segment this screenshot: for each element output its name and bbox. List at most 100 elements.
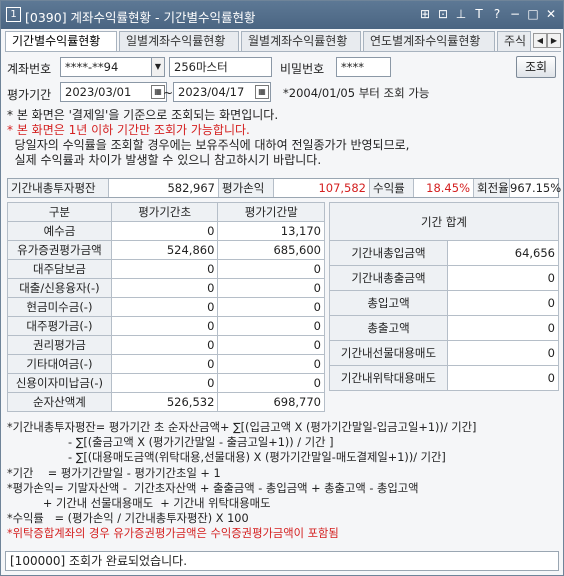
status-bar: [100000] 조회가 완료되었습니다. — [5, 551, 559, 571]
summary-bar: 기간내총투자평잔 582,967 평가손익 107,582 수익률 18.45%… — [7, 178, 562, 198]
period-total-title: 기간 합계 — [329, 202, 559, 241]
row-label: 기간내위탁대용매도 — [329, 365, 448, 391]
password-label: 비밀번호 — [280, 62, 325, 76]
cell-value: 0 — [447, 290, 559, 316]
formula-line: - ∑[(대용매도금액(위탁대용,선물대용) X (평가기간말일-매도결제일+1… — [7, 451, 446, 465]
row-label: 현금미수금(-) — [7, 297, 112, 317]
window-number: 1 — [6, 7, 21, 22]
table-row: 기간내위탁대용매도 0 — [329, 365, 559, 391]
cell-start: 0 — [110, 297, 219, 317]
cell-end: 0 — [217, 373, 325, 393]
notice-line-warning: * 본 화면은 1년 이하 기간만 조회가 가능합니다. — [7, 123, 250, 137]
maximize-icon[interactable]: □ — [525, 6, 541, 22]
minimize-icon[interactable]: − — [507, 6, 523, 22]
cell-end: 0 — [217, 259, 325, 279]
cell-start: 0 — [110, 259, 219, 279]
account-dropdown[interactable]: ▼ — [151, 57, 165, 77]
cell-start: 0 — [110, 373, 219, 393]
cell-end: 685,600 — [217, 240, 325, 260]
date-separator: ~ — [163, 86, 174, 100]
table-row: 대출/신용융자(-) 0 0 — [7, 278, 325, 298]
tab-stock[interactable]: 주식 — [497, 31, 531, 51]
cell-start: 0 — [110, 354, 219, 374]
return-label: 수익률 — [370, 179, 414, 197]
chevron-down-icon: ▼ — [154, 62, 162, 71]
cell-start: 526,532 — [110, 392, 219, 412]
formula-block: *기간내총투자평잔= 평가기간 초 순자산금액+ ∑[(입금고액 X (평가기간… — [7, 420, 476, 542]
period-note: *2004/01/05 부터 조회 가능 — [283, 86, 430, 100]
cell-value: 0 — [447, 365, 559, 391]
text-size-icon[interactable]: T — [471, 6, 487, 22]
search-button[interactable]: 조회 — [516, 56, 556, 78]
account-input[interactable]: ****-**94 — [60, 57, 152, 77]
cell-value: 0 — [447, 340, 559, 366]
cell-end: 698,770 — [217, 392, 325, 412]
pin-icon[interactable]: ⊥ — [453, 6, 469, 22]
table-row: 예수금 0 13,170 — [7, 221, 325, 241]
asset-table: 구분 평가기간초 평가기간말 예수금 0 13,170 유가증권평가금액 524… — [7, 202, 325, 412]
turnover-value: 967.15% — [510, 181, 562, 195]
formula-line: - ∑[(출금고액 X (평가기간말일 - 출금고일+1)) / 기간 ] — [7, 436, 334, 450]
cell-value: 0 — [447, 265, 559, 291]
col-header: 평가기간초 — [110, 202, 219, 222]
end-calendar-icon[interactable]: ▦ — [255, 85, 269, 99]
pnl-value: 107,582 — [274, 179, 370, 197]
lock-icon[interactable]: ⊡ — [435, 6, 451, 22]
row-label: 총입고액 — [329, 290, 448, 316]
table-row: 기간내선물대용매도 0 — [329, 340, 559, 366]
col-header: 구분 — [7, 202, 112, 222]
row-label: 권리평가금 — [7, 335, 112, 355]
account-label: 계좌번호 — [7, 62, 52, 76]
title-bar[interactable]: 1 [0390] 계좌수익률현황 - 기간별수익률현황 ⊞ ⊡ ⊥ T ? − … — [1, 1, 563, 29]
cell-end: 0 — [217, 335, 325, 355]
window-title: [0390] 계좌수익률현황 - 기간별수익률현황 — [25, 10, 256, 25]
period-label: 평가기간 — [7, 88, 52, 102]
close-icon[interactable]: ✕ — [543, 6, 559, 22]
return-value: 18.45% — [414, 179, 474, 197]
main-window: 1 [0390] 계좌수익률현황 - 기간별수익률현황 ⊞ ⊡ ⊥ T ? − … — [0, 0, 564, 576]
row-label: 대주평가금(-) — [7, 316, 112, 336]
cell-start: 0 — [110, 221, 219, 241]
formula-line: *기간내총투자평잔= 평가기간 초 순자산금액+ ∑[(입금고액 X (평가기간… — [7, 421, 477, 434]
table-row: 권리평가금 0 0 — [7, 335, 325, 355]
title-bar-icons: ⊞ ⊡ ⊥ T ? − □ ✕ — [417, 6, 559, 22]
table-row: 기간내총입금액 64,656 — [329, 240, 559, 266]
row-label: 신용이자미납금(-) — [7, 373, 112, 393]
row-label: 순자산액계 — [7, 392, 112, 412]
tab-period-return[interactable]: 기간별수익률현황 — [5, 31, 117, 52]
row-label: 기간내선물대용매도 — [329, 340, 448, 366]
tab-left-icon[interactable]: ◀ — [533, 33, 547, 48]
cell-start: 0 — [110, 335, 219, 355]
row-label: 기간내총입금액 — [329, 240, 448, 266]
row-label: 대출/신용융자(-) — [7, 278, 112, 298]
row-label: 대주담보금 — [7, 259, 112, 279]
pnl-label: 평가손익 — [219, 179, 274, 197]
row-label: 기타대여금(-) — [7, 354, 112, 374]
link-icon[interactable]: ⊞ — [417, 6, 433, 22]
tab-bar: 기간별수익률현황 일별계좌수익률현황 월별계좌수익률현황 연도별계좌수익률현황 … — [5, 31, 561, 52]
tab-divider — [5, 51, 561, 52]
table-row: 유가증권평가금액 524,860 685,600 — [7, 240, 325, 260]
cell-start: 0 — [110, 316, 219, 336]
tab-right-icon[interactable]: ▶ — [547, 33, 561, 48]
row-label: 유가증권평가금액 — [7, 240, 112, 260]
turnover-label: 회전율 — [474, 179, 510, 197]
cell-end: 0 — [217, 354, 325, 374]
tab-monthly-return[interactable]: 월별계좌수익률현황 — [241, 31, 361, 51]
table-total-row: 순자산액계 526,532 698,770 — [7, 392, 325, 412]
cell-start: 524,860 — [110, 240, 219, 260]
table-row: 기간내총출금액 0 — [329, 265, 559, 291]
password-input[interactable]: **** — [336, 57, 391, 77]
row-label: 기간내총출금액 — [329, 265, 448, 291]
cell-value: 64,656 — [447, 240, 559, 266]
table-row: 총입고액 0 — [329, 290, 559, 316]
col-header: 평가기간말 — [217, 202, 325, 222]
table-row: 기타대여금(-) 0 0 — [7, 354, 325, 374]
cell-end: 0 — [217, 278, 325, 298]
tab-yearly-return[interactable]: 연도별계좌수익률현황 — [363, 31, 495, 51]
cell-end: 13,170 — [217, 221, 325, 241]
help-icon[interactable]: ? — [489, 6, 505, 22]
tab-daily-return[interactable]: 일별계좌수익률현황 — [119, 31, 239, 51]
row-label: 총출고액 — [329, 315, 448, 341]
table-header-row: 기간 합계 — [329, 202, 559, 241]
